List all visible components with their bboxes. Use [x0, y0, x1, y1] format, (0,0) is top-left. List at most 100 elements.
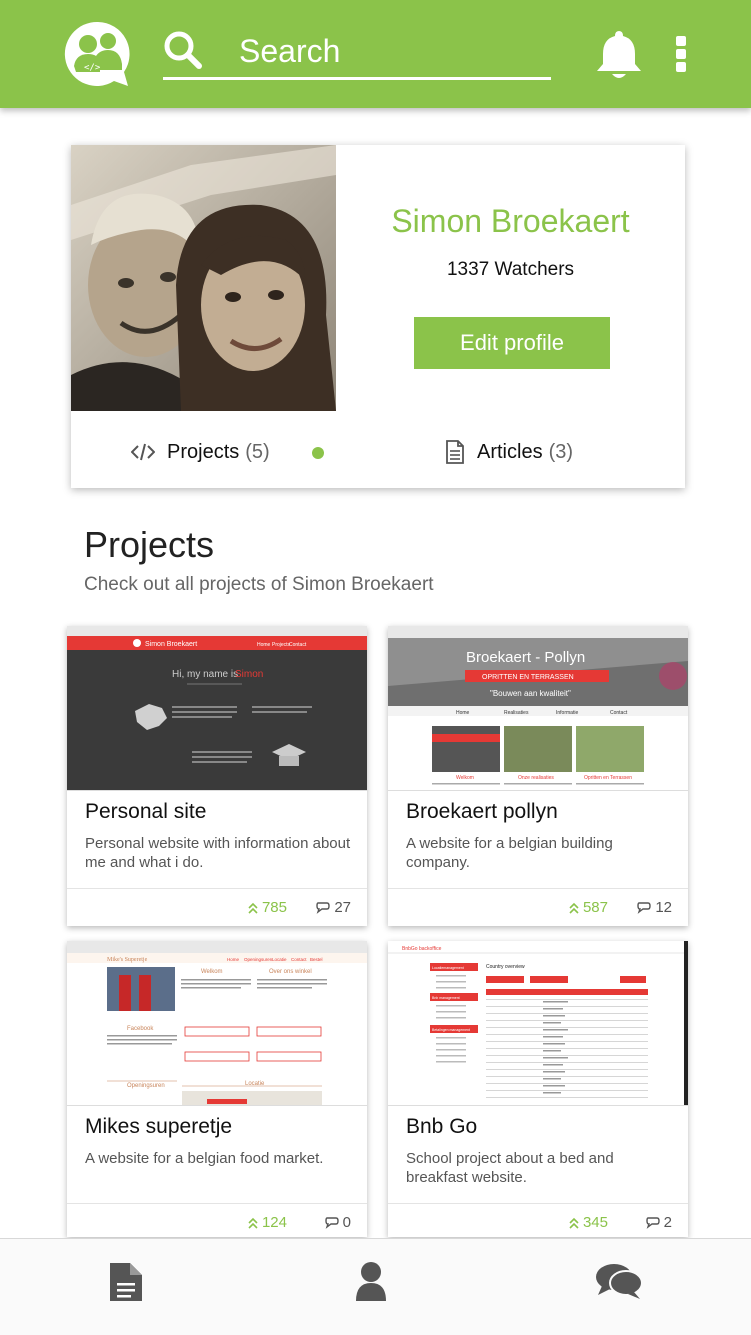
project-stats: 785 27 [67, 888, 367, 926]
project-stats: 124 0 [67, 1203, 367, 1237]
shot-nav-locatie: Locatie [272, 957, 287, 962]
shot-slogan: "Bouwen aan kwaliteit" [490, 689, 571, 698]
chevrons-up-icon [248, 902, 258, 914]
search-input[interactable] [239, 30, 539, 72]
profile-photo [71, 145, 336, 411]
likes-stat[interactable]: 345 [568, 1214, 608, 1231]
shot-brand: Broekaert - Pollyn [466, 649, 585, 666]
likes-stat[interactable]: 587 [568, 899, 608, 916]
likes-count: 587 [582, 899, 608, 916]
comments-count: 12 [655, 899, 672, 916]
shot-heading-openingsuren: Openingsuren [127, 1083, 165, 1089]
shot-nav-bestel: Bestel [310, 957, 323, 962]
document-icon[interactable] [108, 1261, 144, 1303]
likes-count: 124 [261, 1214, 287, 1231]
shot-heading-over: Over ons winkel [269, 969, 312, 975]
document-icon [446, 440, 464, 464]
top-app-bar: </> [0, 0, 751, 108]
project-title: Broekaert pollyn [406, 800, 558, 823]
shot-nav-informatie: Informatie [556, 710, 578, 716]
comments-stat[interactable]: 27 [315, 899, 351, 916]
project-title: Personal site [85, 800, 207, 823]
project-card[interactable]: Mike's Superetje Home Openingsuren Locat… [67, 941, 367, 1237]
shot-menu-2: Bnb management [432, 996, 460, 1000]
app-logo-icon[interactable]: </> [64, 20, 132, 88]
project-stats: 587 12 [388, 888, 688, 926]
shot-heading-facebook: Facebook [127, 1026, 154, 1032]
shot-tag: OPRITTEN EN TERRASSEN [482, 674, 574, 681]
project-card[interactable]: Broekaert - Pollyn OPRITTEN EN TERRASSEN… [388, 626, 688, 926]
shot-nav-home: Home [227, 957, 240, 962]
comments-count: 2 [663, 1214, 672, 1231]
search-bar[interactable] [163, 28, 551, 80]
comments-stat[interactable]: 2 [645, 1214, 672, 1231]
profile-card: Simon Broekaert 1337 Watchers Edit profi… [71, 145, 685, 488]
shot-heading-locatie: Locatie [245, 1081, 265, 1087]
project-screenshot: BnbGo backoffice Locatiemanagement Bnb m… [388, 941, 688, 1106]
project-card[interactable]: Simon Broekaert Home Projects Contact Hi… [67, 626, 367, 926]
comments-icon [316, 901, 331, 914]
shot-nav-realisaties: Realisaties [504, 710, 529, 716]
shot-section: Country overview [486, 964, 525, 970]
shot-nav-contact: Contact [291, 957, 307, 962]
project-stats: 345 2 [388, 1203, 688, 1237]
svg-text:</>: </> [84, 63, 101, 73]
likes-count: 785 [261, 899, 287, 916]
chevrons-up-icon [569, 1217, 579, 1229]
articles-tab[interactable]: Articles (3) [445, 435, 573, 469]
shot-nav-home: Home [257, 642, 271, 648]
projects-tab-count: (5) [245, 440, 270, 463]
shot-caption-1: Welkom [456, 775, 474, 781]
watchers-count: 1337 Watchers [446, 259, 575, 280]
likes-count: 345 [582, 1214, 608, 1231]
shot-menu-1: Locatiemanagement [432, 966, 464, 970]
project-screenshot: Broekaert - Pollyn OPRITTEN EN TERRASSEN… [388, 626, 688, 791]
shot-nav-contact: Contact [289, 642, 307, 648]
edit-profile-button[interactable]: Edit profile [414, 317, 610, 369]
chat-icon[interactable] [594, 1261, 644, 1301]
articles-tab-count: (3) [548, 440, 574, 463]
shot-brand: BnbGo backoffice [402, 946, 442, 952]
shot-caption-2: Onze realisaties [518, 775, 554, 781]
shot-nav-projects: Projects [272, 642, 291, 648]
project-description: A website for a belgian food market. [85, 1150, 324, 1167]
likes-stat[interactable]: 785 [247, 899, 287, 916]
chevrons-up-icon [248, 1217, 258, 1229]
projects-section-subtitle: Check out all projects of Simon Broekaer… [84, 574, 434, 595]
project-description: Personal website with information about … [85, 835, 351, 871]
active-indicator [312, 447, 324, 459]
likes-stat[interactable]: 124 [247, 1214, 287, 1231]
shot-hero-text: Hi, my name is [172, 669, 238, 680]
shot-heading-welkom: Welkom [201, 969, 223, 975]
comments-stat[interactable]: 0 [324, 1214, 351, 1231]
user-icon[interactable] [354, 1261, 388, 1301]
bell-icon[interactable] [594, 28, 644, 80]
projects-section-title: Projects [84, 524, 215, 565]
shot-nav-home: Home [456, 710, 470, 716]
shot-nav-openingsuren: Openingsuren [244, 957, 273, 962]
shot-brand: Mike's Superetje [107, 957, 148, 963]
projects-tab[interactable]: Projects (5) [131, 435, 270, 469]
shot-caption-3: Opritten en Terrassen [584, 775, 632, 781]
project-card[interactable]: BnbGo backoffice Locatiemanagement Bnb m… [388, 941, 688, 1237]
project-description: A website for a belgian building company… [406, 835, 613, 871]
comments-icon [324, 1216, 339, 1229]
comments-count: 0 [342, 1214, 351, 1231]
shot-nav-contact: Contact [610, 710, 628, 716]
comments-icon [645, 1216, 660, 1229]
shot-header-name: Simon Broekaert [145, 641, 197, 648]
project-screenshot: Simon Broekaert Home Projects Contact Hi… [67, 626, 367, 791]
bottom-navigation [0, 1238, 751, 1335]
comments-stat[interactable]: 12 [636, 899, 672, 916]
search-icon[interactable] [163, 30, 203, 70]
project-description: School project about a bed and breakfast… [406, 1150, 614, 1186]
comments-count: 27 [334, 899, 351, 916]
comments-icon [637, 901, 652, 914]
code-icon [131, 443, 155, 461]
project-title: Bnb Go [406, 1115, 478, 1138]
shot-menu-3: Betalingen management [432, 1028, 470, 1032]
projects-tab-label: Projects [167, 440, 240, 463]
articles-tab-label: Articles [477, 440, 543, 463]
more-vertical-icon[interactable] [673, 36, 689, 76]
project-screenshot: Mike's Superetje Home Openingsuren Locat… [67, 941, 367, 1106]
